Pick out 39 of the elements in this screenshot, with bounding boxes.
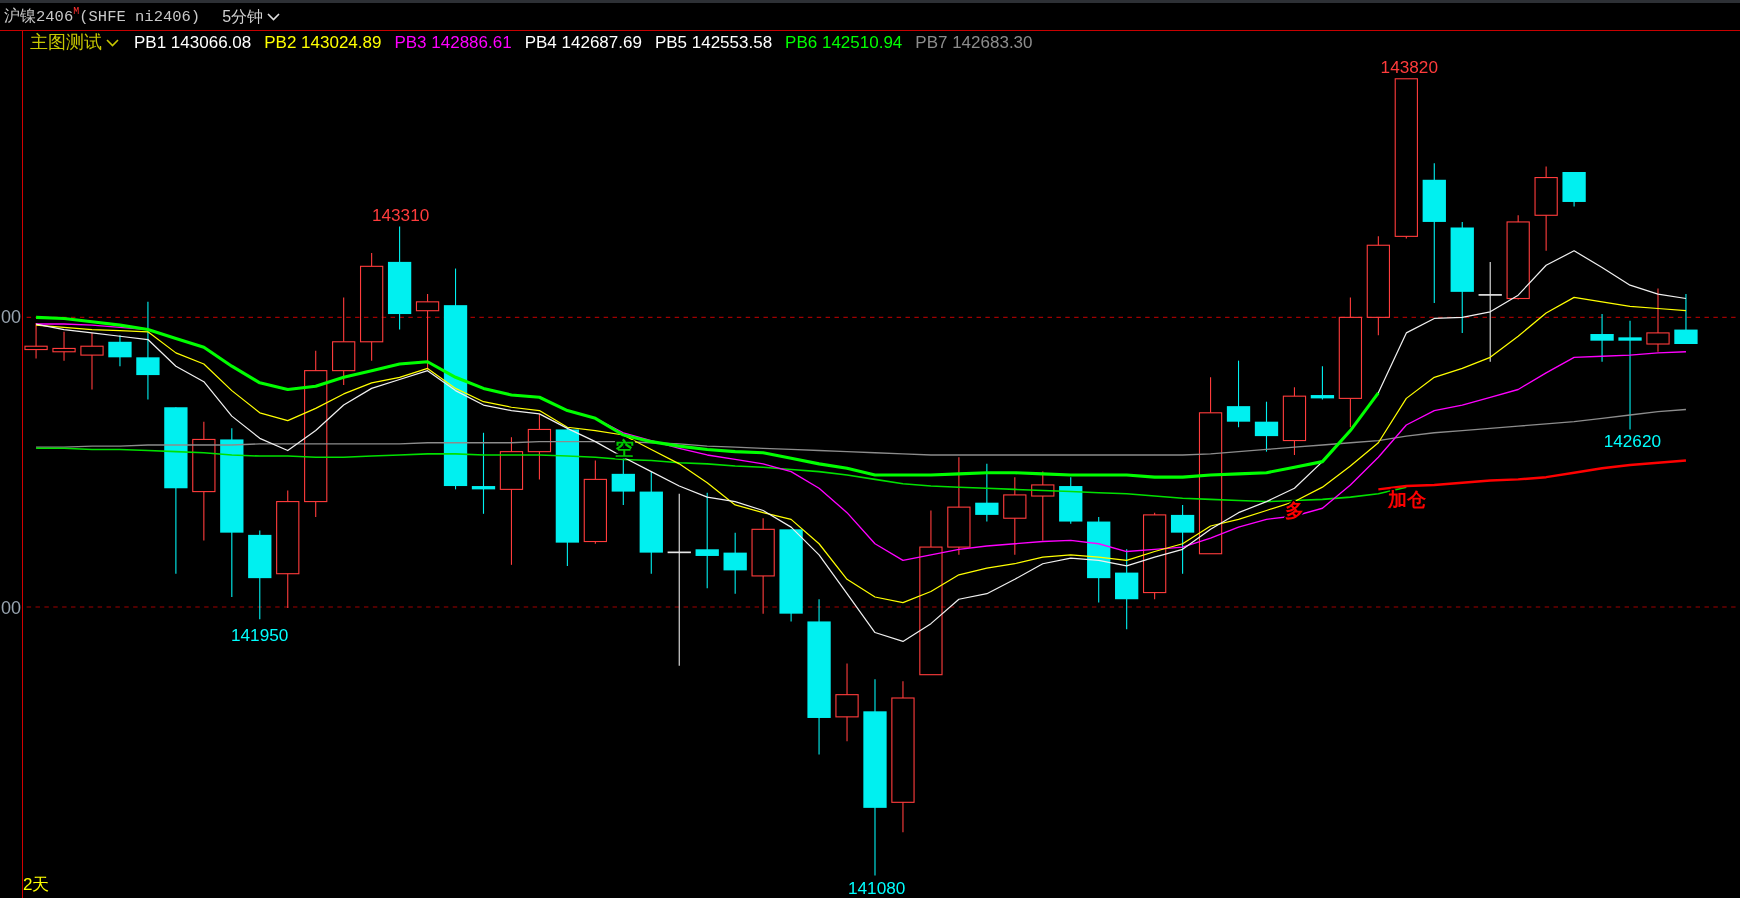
signal-label: 多 — [1285, 499, 1305, 521]
candlestick — [1562, 171, 1586, 207]
candlestick — [24, 322, 48, 359]
caret-icon — [106, 38, 119, 47]
candlestick — [1059, 476, 1083, 525]
candlestick — [1226, 360, 1251, 428]
caret-icon — [267, 12, 281, 21]
legend-entry: PB2 143024.89 — [264, 32, 382, 53]
candlestick — [108, 334, 132, 367]
candlestick — [1646, 287, 1670, 353]
price-label: 142620 — [1603, 430, 1662, 451]
candlestick — [1310, 365, 1335, 401]
price-label: 143310 — [371, 205, 430, 226]
candlestick — [52, 331, 76, 362]
indicator-dropdown[interactable]: 主图测试 — [30, 32, 119, 53]
candlestick — [723, 532, 747, 595]
candlestick — [1254, 401, 1279, 453]
signal-label: 加仓 — [1388, 488, 1427, 510]
candlestick — [1282, 386, 1307, 456]
range-label: 2天 — [23, 875, 50, 895]
legend-entry: PB7 142683.30 — [915, 32, 1033, 53]
legend-entry: PB1 143066.08 — [134, 32, 252, 53]
period-dropdown[interactable]: 5分钟 — [220, 6, 283, 27]
candlestick — [1590, 313, 1614, 363]
price-label: 141950 — [231, 624, 289, 645]
legend-entry: PB6 142510.94 — [785, 32, 903, 53]
legend-entry: PB4 142687.69 — [524, 32, 642, 53]
candlestick — [80, 332, 104, 391]
instrument-title: 沪镍2406$^{M}$(SHFE ni2406) — [4, 6, 201, 27]
axis-label: 00 — [0, 307, 21, 327]
candlestick — [1674, 293, 1698, 345]
axis-label: 00 — [0, 598, 21, 618]
legend-entry: PB3 142886.61 — [394, 32, 512, 53]
candlestick — [1170, 504, 1195, 575]
price-label: 143820 — [1380, 56, 1438, 77]
candlestick — [975, 463, 999, 523]
candlestick — [527, 413, 552, 480]
legend-entry: PB5 142553.58 — [654, 32, 773, 53]
price-label: 141080 — [848, 877, 906, 898]
